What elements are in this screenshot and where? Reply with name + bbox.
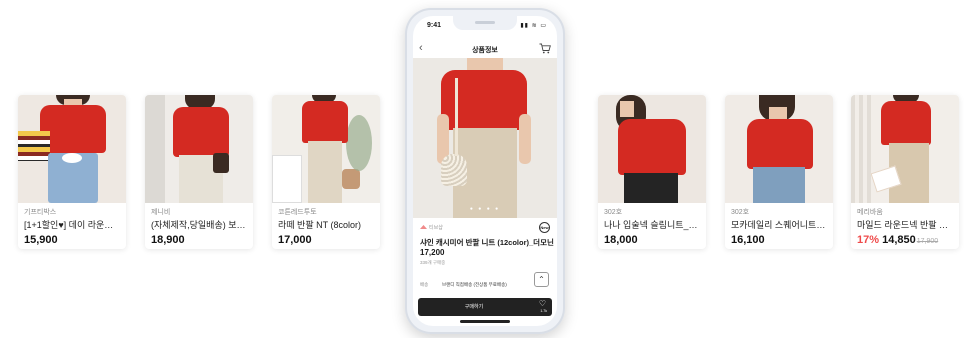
store-name: 기프티박스 <box>24 209 57 216</box>
brand-row[interactable]: 티브샵 <box>420 224 443 231</box>
scroll-top-button[interactable]: ⌃ <box>534 272 549 287</box>
product-photo <box>145 95 253 203</box>
original-price: 17,900 <box>916 238 939 245</box>
discount-rate: 17% <box>857 234 880 246</box>
product-price: 14,850 <box>882 234 916 246</box>
product-photo <box>18 95 126 203</box>
store-name: 302호 <box>604 209 623 216</box>
store-name: 코튼레드투토 <box>278 209 317 216</box>
product-title[interactable]: 모카데일리 스퀘어니트_… <box>731 219 827 231</box>
buy-button[interactable]: 구매하기 <box>418 303 530 310</box>
product-detail-title: 샤인 캐시미어 반팔 니트 (12color)_더모닌 <box>420 238 554 247</box>
carousel-dots[interactable]: ● ● ● ● <box>413 206 557 212</box>
buy-bar: 구매하기 ♡ 1.7k <box>418 298 552 316</box>
like-count: 1.7k <box>540 309 547 313</box>
product-card[interactable]: 302호 모카데일리 스퀘어니트_… 16,100 <box>725 95 833 249</box>
product-title[interactable]: 나나 입술넥 슬림니트_3… <box>604 219 700 231</box>
product-title[interactable]: 마일드 라운드넥 반팔 니… <box>857 219 953 231</box>
product-title[interactable]: (자체제작,당일배송) 보… <box>151 219 247 231</box>
store-name: 제니비 <box>151 209 171 216</box>
cart-icon[interactable] <box>539 43 551 54</box>
product-card[interactable]: 기프티박스 [1+1할인♥] 데이 라운… 15,900 <box>18 95 126 249</box>
shipping-text: 브랜디 직접배송 (전상품 무료배송) <box>442 282 507 287</box>
product-card[interactable]: 302호 나나 입술넥 슬림니트_3… 18,000 <box>598 95 706 249</box>
product-photo <box>725 95 833 203</box>
heart-icon[interactable]: ♡ <box>539 300 546 308</box>
product-card[interactable]: 코튼레드투토 라떼 반팔 NT (8color) 17,000 <box>272 95 380 249</box>
product-price: 16,100 <box>731 234 765 246</box>
store-name: 302호 <box>731 209 750 216</box>
nav-bar: ‹ 상품정보 <box>413 40 557 58</box>
product-photo <box>272 95 380 203</box>
shipping-label: 배송 <box>420 282 429 287</box>
product-photo <box>598 95 706 203</box>
new-badge: New <box>539 222 550 233</box>
product-card[interactable]: 제니비 (자체제작,당일배송) 보… 18,900 <box>145 95 253 249</box>
phone-mockup: 9:41 ▮▮ ≋ ▭ ‹ 상품정보 ● ● ● ● 티브샵 New 샤인 캐시… <box>405 8 565 334</box>
phone-screen: 9:41 ▮▮ ≋ ▭ ‹ 상품정보 ● ● ● ● 티브샵 New 샤인 캐시… <box>413 16 557 326</box>
product-title[interactable]: 라떼 반팔 NT (8color) <box>278 219 374 231</box>
brand-logo-icon <box>420 225 427 230</box>
product-price: 15,900 <box>24 234 58 246</box>
product-price: 18,900 <box>151 234 185 246</box>
brand-name: 티브샵 <box>429 225 443 231</box>
store-name: 메리바움 <box>857 209 883 216</box>
phone-notch <box>453 16 517 30</box>
status-icons: ▮▮ ≋ ▭ <box>520 23 547 29</box>
page-title: 상품정보 <box>472 47 498 54</box>
sold-count: 339개 구매중 <box>420 260 446 265</box>
home-indicator <box>460 320 510 323</box>
product-price: 18,000 <box>604 234 638 246</box>
product-card[interactable]: 메리바움 마일드 라운드넥 반팔 니… 17% 14,85017,900 <box>851 95 959 249</box>
product-title[interactable]: [1+1할인♥] 데이 라운… <box>24 219 120 231</box>
product-detail-price: 17,200 <box>420 248 445 257</box>
product-price-row: 17% 14,85017,900 <box>857 233 953 249</box>
product-hero-image[interactable]: ● ● ● ● <box>413 58 557 218</box>
product-price: 17,000 <box>278 234 312 246</box>
status-time: 9:41 <box>427 22 442 29</box>
product-photo <box>851 95 959 203</box>
